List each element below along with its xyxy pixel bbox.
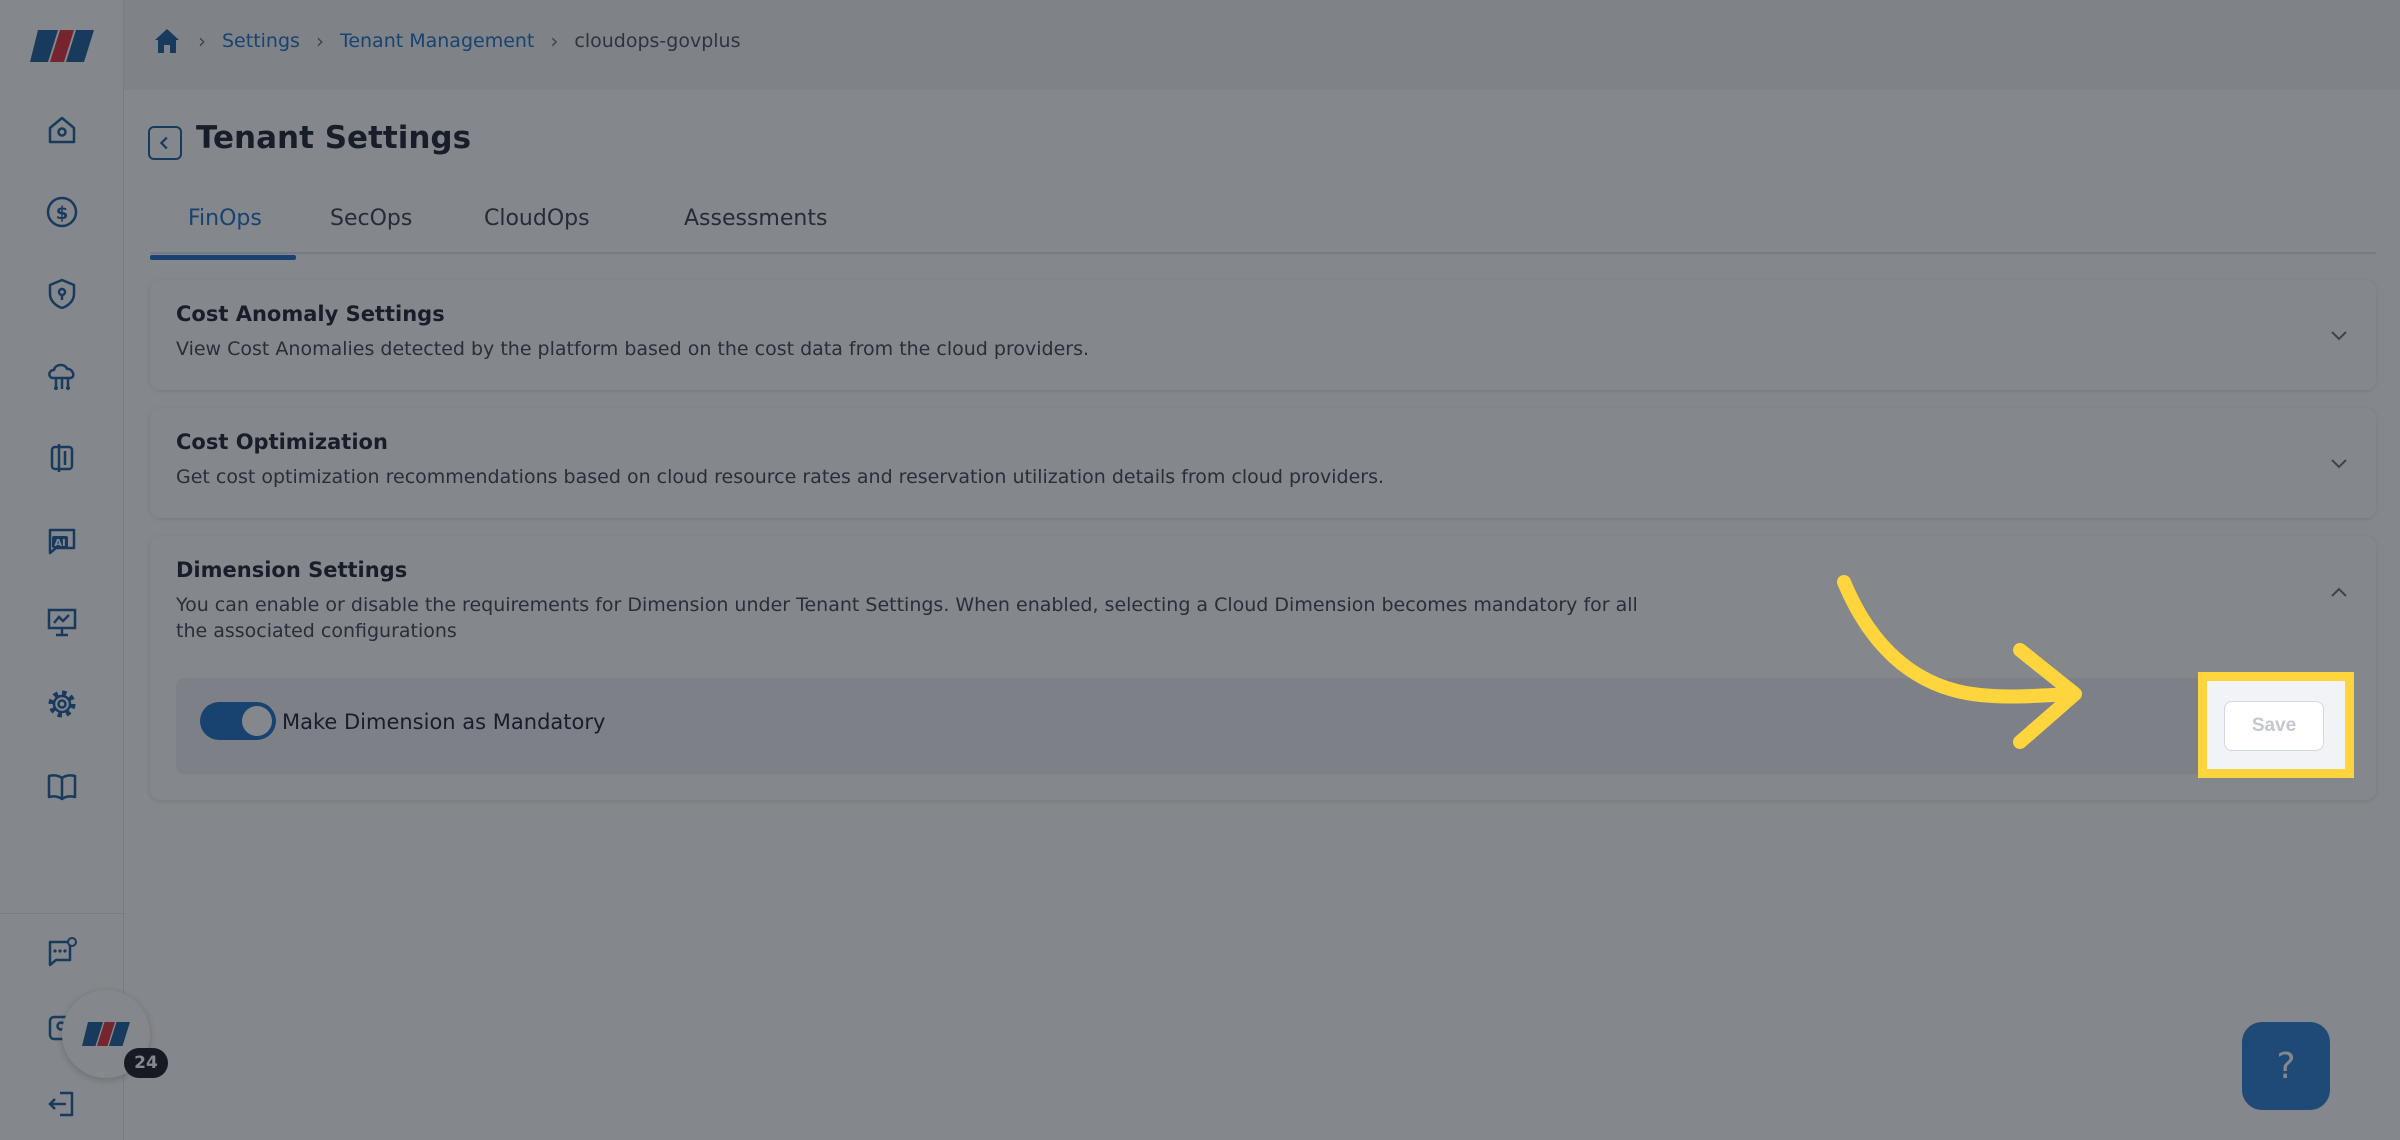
tab-secops[interactable]: SecOps xyxy=(330,202,412,254)
sidebar-divider xyxy=(0,913,124,914)
tutorial-arrow-icon xyxy=(1837,575,2082,749)
toggle-knob xyxy=(242,706,272,736)
page-title: Tenant Settings xyxy=(196,120,472,156)
section-description: Get cost optimization recommendations ba… xyxy=(176,466,1385,488)
breadcrumb-settings[interactable]: Settings xyxy=(222,30,300,52)
tab-cloudops[interactable]: CloudOps xyxy=(484,202,590,254)
chevron-left-icon xyxy=(159,136,168,150)
section-title: Dimension Settings xyxy=(176,558,408,582)
presentation-icon[interactable] xyxy=(40,600,84,644)
chevron-up-icon[interactable] xyxy=(2328,582,2350,604)
gear-icon[interactable] xyxy=(40,682,84,726)
cost-optimization-section[interactable]: Cost Optimization Get cost optimization … xyxy=(150,408,2376,518)
logout-icon[interactable] xyxy=(40,1082,84,1126)
home-icon[interactable] xyxy=(40,108,84,152)
notification-badge: 24 xyxy=(124,1048,168,1078)
tab-finops[interactable]: FinOps xyxy=(188,202,262,254)
back-button[interactable] xyxy=(148,126,182,160)
dimension-mandatory-toggle[interactable] xyxy=(200,702,276,740)
section-description: View Cost Anomalies detected by the plat… xyxy=(176,338,1090,360)
section-title: Cost Anomaly Settings xyxy=(176,302,445,326)
breadcrumb-separator: › xyxy=(315,29,324,53)
breadcrumb-tenant-management[interactable]: Tenant Management xyxy=(340,30,534,52)
svg-text:$: $ xyxy=(56,203,69,224)
active-tab-indicator xyxy=(150,255,296,260)
chevron-down-icon[interactable] xyxy=(2328,452,2350,474)
tab-bar: FinOps SecOps CloudOps Assessments xyxy=(150,202,2376,254)
dollar-icon[interactable]: $ xyxy=(40,190,84,234)
save-button[interactable]: Save xyxy=(2224,701,2324,751)
breadcrumb: › Settings › Tenant Management › cloudop… xyxy=(152,26,741,56)
ai-chat-icon[interactable]: AI xyxy=(40,518,84,562)
section-title: Cost Optimization xyxy=(176,430,388,454)
brand-logo-icon xyxy=(82,1022,130,1046)
tab-assessments[interactable]: Assessments xyxy=(684,202,827,254)
home-icon[interactable] xyxy=(152,26,182,56)
resource-icon[interactable] xyxy=(40,436,84,480)
section-description-line2: the associated configurations xyxy=(176,620,457,642)
book-icon[interactable] xyxy=(40,764,84,808)
breadcrumb-separator: › xyxy=(198,29,206,53)
shield-icon[interactable] xyxy=(40,272,84,316)
section-description-line1: You can enable or disable the requiremen… xyxy=(176,594,1638,616)
breadcrumb-current: cloudops-govplus xyxy=(574,30,741,52)
chat-settings-icon[interactable] xyxy=(40,930,84,974)
help-button[interactable]: ? xyxy=(2242,1022,2330,1110)
svg-text:AI: AI xyxy=(54,538,65,549)
breadcrumb-separator: › xyxy=(550,29,559,53)
sidebar: $ AI xyxy=(0,0,124,1140)
cost-anomaly-section[interactable]: Cost Anomaly Settings View Cost Anomalie… xyxy=(150,280,2376,390)
cloud-network-icon[interactable] xyxy=(40,354,84,398)
toggle-label: Make Dimension as Mandatory xyxy=(282,710,606,734)
top-bar: › Settings › Tenant Management › cloudop… xyxy=(124,0,2400,90)
brand-logo[interactable] xyxy=(30,26,94,66)
chevron-down-icon[interactable] xyxy=(2328,324,2350,346)
